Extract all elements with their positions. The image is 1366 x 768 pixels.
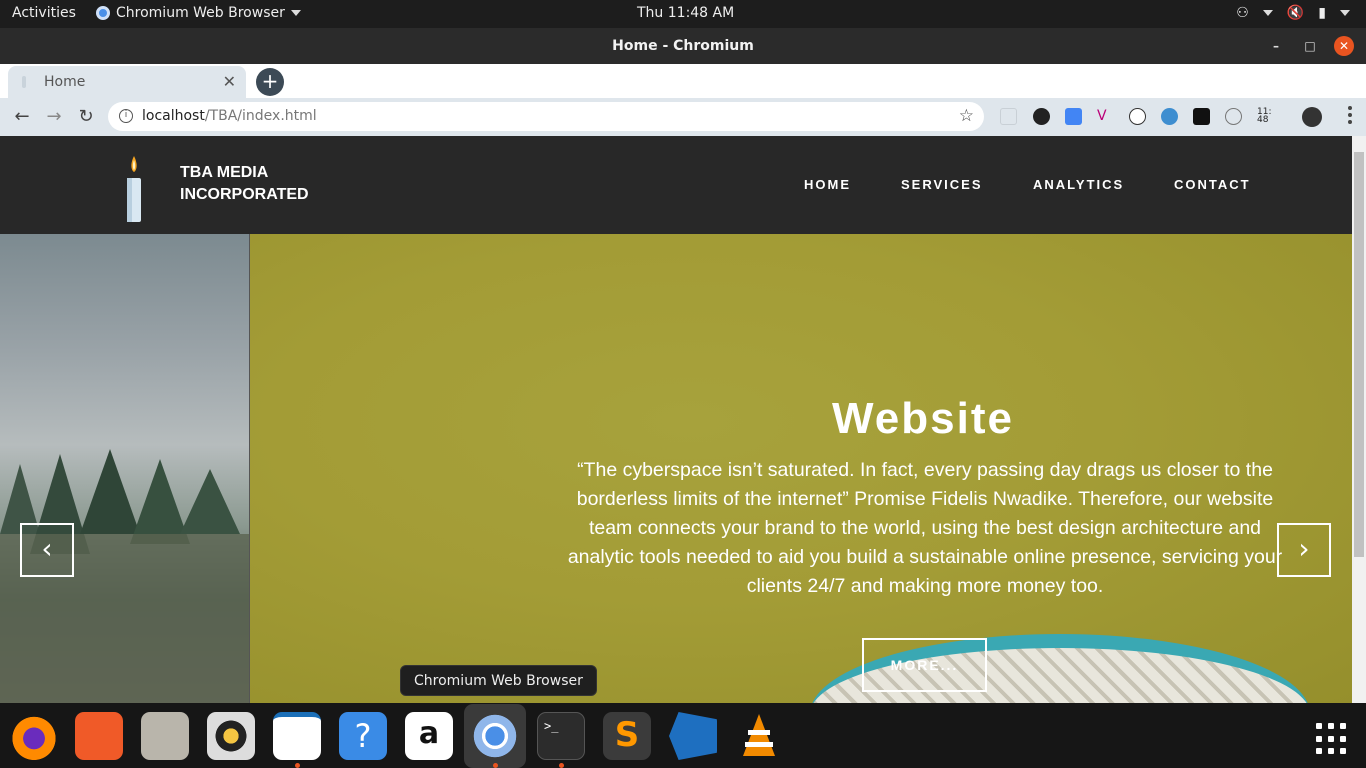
page-scrollbar[interactable] xyxy=(1352,136,1366,703)
sublime-text-icon[interactable]: S xyxy=(603,712,651,760)
maximize-button[interactable]: □ xyxy=(1300,36,1320,56)
amazon-icon[interactable]: a xyxy=(405,712,453,760)
chevron-down-icon xyxy=(290,10,301,16)
gnome-top-bar: Activities Chromium Web Browser Thu 11:4… xyxy=(0,0,1366,28)
nav-home[interactable]: HOME xyxy=(804,177,851,192)
tab-label: Home xyxy=(44,74,86,90)
close-tab-icon[interactable]: ✕ xyxy=(223,72,236,91)
nav-contact[interactable]: CONTACT xyxy=(1174,177,1251,192)
app-menu[interactable]: Chromium Web Browser xyxy=(96,5,301,21)
back-arrow-icon[interactable]: ← xyxy=(10,105,34,129)
scrollbar-thumb[interactable] xyxy=(1354,152,1364,557)
json-extension-icon[interactable] xyxy=(1129,108,1146,125)
chevron-left-icon: ‹ xyxy=(41,532,53,565)
clock[interactable]: Thu 11:48 AM xyxy=(637,5,734,21)
libreoffice-writer-icon[interactable] xyxy=(273,712,321,760)
translate-extension-icon[interactable] xyxy=(1065,108,1082,125)
kebab-menu-icon[interactable] xyxy=(1348,106,1352,126)
window-title: Home - Chromium xyxy=(612,38,754,54)
terminal-icon[interactable]: >_ xyxy=(537,712,585,760)
carousel-prev-button[interactable]: ‹ xyxy=(20,523,74,577)
tab-strip: Home ✕ + xyxy=(0,64,1366,98)
hero-carousel: Website “The cyberspace isn’t saturated.… xyxy=(0,234,1352,703)
vscode-icon[interactable] xyxy=(669,712,717,760)
window-title-bar: Home - Chromium – □ ✕ xyxy=(0,28,1366,64)
page-viewport: TBA MEDIA INCORPORATED HOME SERVICES ANA… xyxy=(0,136,1352,703)
candle-favicon-icon xyxy=(22,76,26,88)
brand-line-1: TBA MEDIA xyxy=(180,164,269,181)
carousel-next-button[interactable]: › xyxy=(1277,523,1331,577)
slide-title: Website xyxy=(832,394,1014,443)
timer-extension-icon[interactable] xyxy=(1225,108,1242,125)
ubuntu-software-icon[interactable] xyxy=(75,712,123,760)
url-host: localhost xyxy=(142,108,205,124)
vlc-icon[interactable] xyxy=(735,712,783,760)
bookmark-star-icon[interactable]: ☆ xyxy=(959,106,974,126)
accessibility-icon[interactable]: ⚇ xyxy=(1236,5,1249,21)
chromium-icon xyxy=(96,6,110,20)
forward-arrow-icon[interactable]: → xyxy=(42,105,66,129)
chromium-dock-icon[interactable] xyxy=(471,712,519,760)
running-indicator xyxy=(559,763,564,768)
running-indicator xyxy=(295,763,300,768)
firefox-icon[interactable] xyxy=(10,712,58,760)
close-button[interactable]: ✕ xyxy=(1334,36,1354,56)
info-icon[interactable]: i xyxy=(119,109,133,123)
clock-extension-icon[interactable]: 11: 48 xyxy=(1257,108,1274,125)
more-button[interactable]: MORE... xyxy=(862,638,987,692)
new-tab-button[interactable]: + xyxy=(256,68,284,96)
ubuntu-dock: ? a >_ S xyxy=(0,703,1366,768)
help-icon[interactable]: ? xyxy=(339,712,387,760)
running-indicator xyxy=(493,763,498,768)
forest-slide-image xyxy=(0,234,249,703)
chevron-right-icon: › xyxy=(1298,532,1310,565)
tab-home[interactable]: Home ✕ xyxy=(8,66,246,98)
reload-icon[interactable]: ↻ xyxy=(74,105,98,129)
chevron-down-icon xyxy=(1262,10,1273,16)
record-extension-icon[interactable] xyxy=(1033,108,1050,125)
brand-line-2: INCORPORATED xyxy=(180,186,309,203)
edge-extension-icon[interactable] xyxy=(1161,108,1178,125)
s-extension-icon[interactable] xyxy=(1193,108,1210,125)
slide-text: “The cyberspace isn’t saturated. In fact… xyxy=(567,459,1283,597)
vlc-cone-graphic xyxy=(743,714,775,756)
candle-logo-icon xyxy=(127,156,141,222)
system-tray[interactable]: ⚇ 🔇 ▮ xyxy=(1236,5,1350,21)
rhythmbox-icon[interactable] xyxy=(207,712,255,760)
nav-services[interactable]: SERVICES xyxy=(901,177,983,192)
volume-icon[interactable]: 🔇 xyxy=(1287,5,1304,21)
url-path: /TBA/index.html xyxy=(204,108,317,124)
chevron-down-icon xyxy=(1340,10,1350,16)
activities-button[interactable]: Activities xyxy=(12,5,76,21)
minimize-button[interactable]: – xyxy=(1266,36,1286,56)
clock-ext-minute: 48 xyxy=(1257,115,1269,125)
browser-toolbar: ← → ↻ i localhost/TBA/index.html ☆ V 11:… xyxy=(0,98,1366,136)
nav-analytics[interactable]: ANALYTICS xyxy=(1033,177,1124,192)
battery-icon[interactable]: ▮ xyxy=(1318,5,1326,21)
app-menu-label: Chromium Web Browser xyxy=(116,5,285,21)
url-text[interactable]: localhost/TBA/index.html xyxy=(142,108,317,124)
files-icon[interactable] xyxy=(141,712,189,760)
vue-extension-icon[interactable]: V xyxy=(1097,108,1114,125)
address-bar[interactable]: i localhost/TBA/index.html ☆ xyxy=(108,102,984,131)
extension-icon[interactable] xyxy=(1000,108,1017,125)
brand-name[interactable]: TBA MEDIA INCORPORATED xyxy=(180,162,309,206)
pine-trees-graphic xyxy=(0,449,249,703)
site-header: TBA MEDIA INCORPORATED HOME SERVICES ANA… xyxy=(0,136,1352,234)
profile-avatar-icon[interactable] xyxy=(1302,107,1322,127)
dock-tooltip: Chromium Web Browser xyxy=(400,665,597,696)
show-applications-icon[interactable] xyxy=(1316,723,1348,755)
